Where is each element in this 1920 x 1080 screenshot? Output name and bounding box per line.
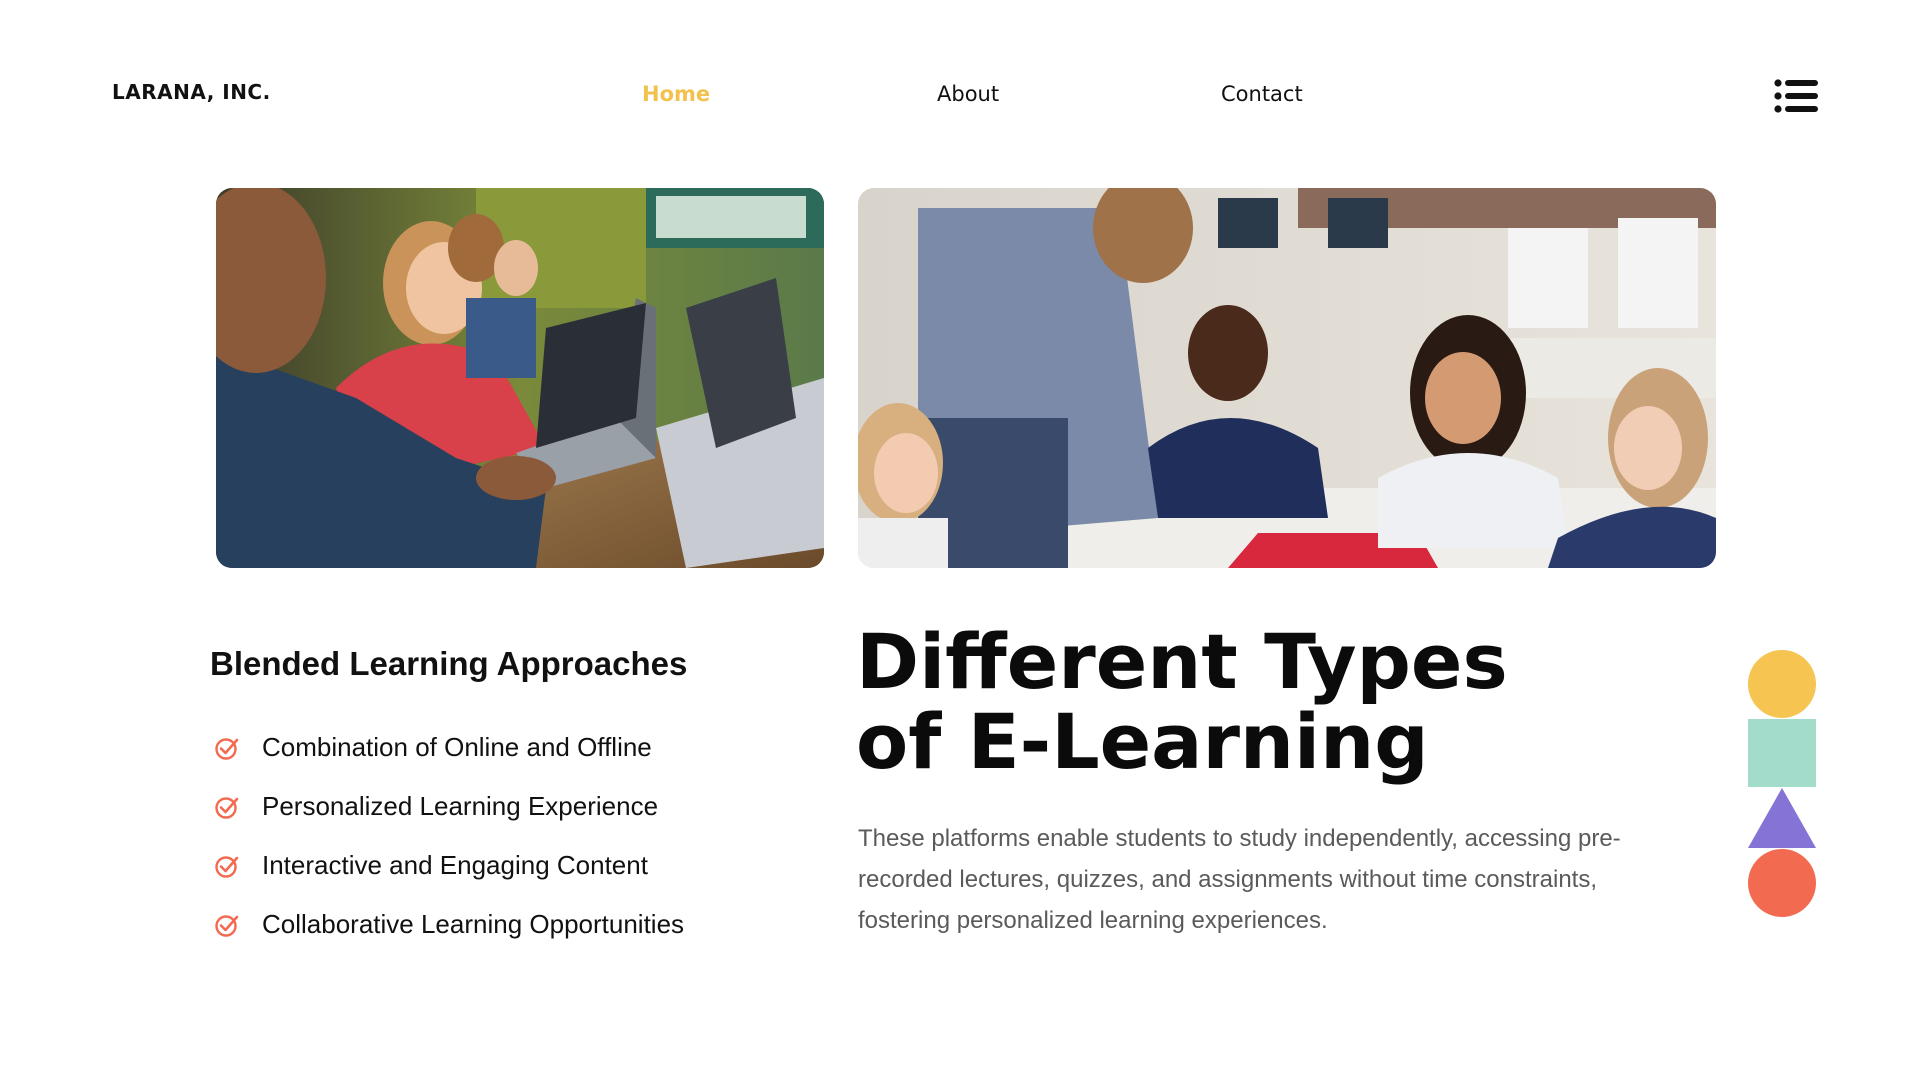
list-item: Combination of Online and Offline <box>214 718 684 777</box>
coral-circle-shape <box>1748 849 1816 917</box>
feature-text: Collaborative Learning Opportunities <box>262 909 685 939</box>
hamburger-menu-icon[interactable] <box>1774 78 1818 114</box>
section-heading: Blended Learning Approaches <box>210 645 688 682</box>
feature-text: Personalized Learning Experience <box>262 791 659 821</box>
nav-about[interactable]: About <box>937 82 999 106</box>
decorative-shapes <box>1748 650 1816 920</box>
teacher-students-photo <box>858 188 1716 568</box>
page: LARANA, INC. Home About Contact Blended … <box>0 0 1920 1080</box>
feature-text: Interactive and Engaging Content <box>262 850 648 880</box>
page-title-line1: Different Types <box>856 617 1508 706</box>
check-circle-icon <box>214 735 240 761</box>
yellow-circle-shape <box>1748 650 1816 718</box>
check-circle-icon <box>214 794 240 820</box>
purple-triangle-shape <box>1748 788 1816 848</box>
list-item: Personalized Learning Experience <box>214 777 684 836</box>
list-item: Collaborative Learning Opportunities <box>214 895 684 954</box>
page-title: Different Types of E-Learning <box>856 622 1508 782</box>
check-circle-icon <box>214 853 240 879</box>
brand-logo[interactable]: LARANA, INC. <box>112 80 271 104</box>
feature-list: Combination of Online and Offline Person… <box>214 718 684 954</box>
list-item: Interactive and Engaging Content <box>214 836 684 895</box>
feature-text: Combination of Online and Offline <box>262 732 652 762</box>
classroom-laptops-photo <box>216 188 824 568</box>
mint-square-shape <box>1748 719 1816 787</box>
nav-contact[interactable]: Contact <box>1221 82 1303 106</box>
page-title-line2: of E-Learning <box>856 697 1429 786</box>
check-circle-icon <box>214 912 240 938</box>
description-text: These platforms enable students to study… <box>858 825 1621 934</box>
nav-home[interactable]: Home <box>642 82 710 106</box>
